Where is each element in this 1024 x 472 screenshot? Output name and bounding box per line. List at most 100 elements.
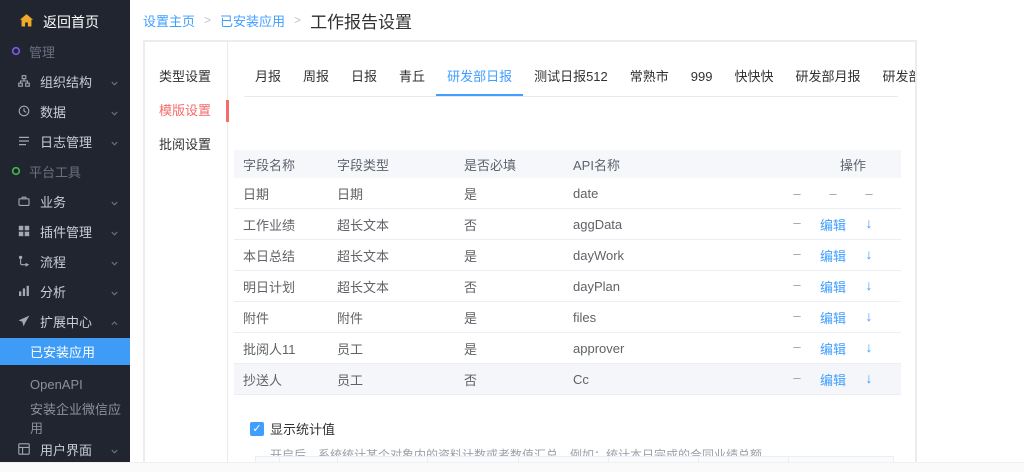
cell-required: 否	[464, 277, 573, 296]
tab-item[interactable]: 周报	[292, 62, 340, 96]
sidebar-item-label: 平台工具	[29, 162, 81, 181]
sidebar-item-data[interactable]: 数据	[0, 96, 130, 126]
move-down-icon[interactable]: ↓	[851, 246, 887, 265]
sidebar-item-org-structure[interactable]: 组织结构	[0, 66, 130, 96]
tab-item[interactable]: 研发部周报	[872, 62, 917, 96]
back-to-home-button[interactable]: 返回首页	[0, 8, 130, 36]
sidebar-item-user-interface[interactable]: 用户界面	[0, 434, 130, 462]
breadcrumb-link[interactable]: 设置主页	[143, 11, 195, 30]
cell-field-name: 附件	[234, 308, 337, 327]
cell-api-name: date	[573, 186, 779, 201]
dash-placeholder: –	[815, 186, 851, 201]
submenu-item-review-settings[interactable]: 批阅设置	[145, 128, 227, 162]
table-header-row: 字段名称字段类型是否必填API名称操作	[234, 150, 901, 178]
cell-actions: –––	[779, 186, 901, 201]
cell-field-type: 超长文本	[337, 215, 464, 234]
stats-checkbox-row: ✓ 显示统计值	[250, 419, 915, 438]
layout-icon	[18, 443, 30, 455]
dash-placeholder: –	[779, 246, 815, 265]
cell-field-type: 超长文本	[337, 277, 464, 296]
tab-item[interactable]: 日报	[340, 62, 388, 96]
cell-field-name: 明日计划	[234, 277, 337, 296]
cell-actions: –编辑↓	[779, 215, 901, 234]
move-down-icon[interactable]: ↓	[851, 277, 887, 296]
sidebar-item-label: 插件管理	[40, 222, 92, 241]
table-row: 明日计划超长文本否dayPlan–编辑↓	[234, 271, 901, 302]
tab-item[interactable]: 测试日报512	[523, 62, 619, 96]
cell-api-name: Cc	[573, 372, 779, 387]
edit-link[interactable]: 编辑	[815, 215, 851, 234]
tab-item[interactable]: 青丘	[388, 62, 436, 96]
cell-actions: –编辑↓	[779, 339, 901, 358]
dash-placeholder: –	[779, 215, 815, 234]
sidebar-item-label: 流程	[40, 252, 66, 271]
cell-required: 是	[464, 246, 573, 265]
breadcrumb-separator: >	[294, 13, 301, 27]
edit-link[interactable]: 编辑	[815, 246, 851, 265]
cell-required: 是	[464, 339, 573, 358]
sidebar-item-log-management[interactable]: 日志管理	[0, 126, 130, 156]
sidebar-subitem-open-api[interactable]: OpenAPI	[0, 368, 130, 401]
table-row: 抄送人员工否Cc–编辑↓	[234, 364, 901, 395]
stats-checkbox-label: 显示统计值	[270, 419, 335, 438]
plane-icon	[18, 315, 30, 327]
clock-icon	[18, 105, 30, 117]
chart-icon	[18, 285, 30, 297]
dash-placeholder: –	[779, 370, 815, 389]
chevron-down-icon	[110, 226, 119, 241]
tab-item[interactable]: 常熟市	[619, 62, 680, 96]
tab-item[interactable]: 快快快	[724, 62, 785, 96]
cell-required: 否	[464, 215, 573, 234]
sidebar-item-platform-tools: 平台工具	[0, 156, 130, 186]
sidebar-subitem-installed-apps[interactable]: 已安装应用	[0, 338, 130, 365]
cell-field-type: 员工	[337, 370, 464, 389]
sidebar-item-workflow[interactable]: 流程	[0, 246, 130, 276]
sidebar-subitem-install-wecom-app[interactable]: 安装企业微信应用	[0, 401, 130, 434]
edit-link[interactable]: 编辑	[815, 277, 851, 296]
cell-actions: –编辑↓	[779, 246, 901, 265]
back-to-home-label: 返回首页	[43, 12, 99, 32]
sidebar-item-extension-center[interactable]: 扩展中心	[0, 306, 130, 336]
sidebar-item-analysis[interactable]: 分析	[0, 276, 130, 306]
move-down-icon[interactable]: ↓	[851, 308, 887, 327]
report-type-tabs: 月报周报日报青丘研发部日报测试日报512常熟市999快快快研发部月报研发部周报	[244, 42, 898, 97]
column-field-type: 字段类型	[337, 155, 464, 174]
cell-field-type: 员工	[337, 339, 464, 358]
cell-field-name: 工作业绩	[234, 215, 337, 234]
edit-link[interactable]: 编辑	[815, 339, 851, 358]
column-required: 是否必填	[464, 155, 573, 174]
dash-placeholder: –	[779, 186, 815, 201]
submenu-item-type-settings[interactable]: 类型设置	[145, 60, 227, 94]
sidebar-item-label: 管理	[29, 42, 55, 61]
table-row: 工作业绩超长文本否aggData–编辑↓	[234, 209, 901, 240]
table-row: 日期日期是date–––	[234, 178, 901, 209]
cell-required: 否	[464, 370, 573, 389]
sidebar-item-label: 用户界面	[40, 440, 92, 459]
breadcrumb-link[interactable]: 已安装应用	[220, 11, 285, 30]
tab-item[interactable]: 999	[680, 62, 724, 96]
cell-api-name: approver	[573, 341, 779, 356]
cell-required: 是	[464, 184, 573, 203]
tab-item[interactable]: 研发部月报	[785, 62, 872, 96]
chevron-down-icon	[110, 256, 119, 271]
table-row: 批阅人11员工是approver–编辑↓	[234, 333, 901, 364]
chevron-up-icon	[110, 316, 119, 331]
cell-api-name: aggData	[573, 217, 779, 232]
sidebar-item-business[interactable]: 业务	[0, 186, 130, 216]
tab-item[interactable]: 月报	[244, 62, 292, 96]
show-stats-checkbox[interactable]: ✓	[250, 422, 264, 436]
edit-link[interactable]: 编辑	[815, 370, 851, 389]
dash-placeholder: –	[779, 277, 815, 296]
tab-item[interactable]: 研发部日报	[436, 62, 523, 96]
grid-icon	[18, 225, 30, 237]
settings-card: 类型设置模版设置批阅设置 月报周报日报青丘研发部日报测试日报512常熟市999快…	[143, 40, 917, 470]
submenu-item-template-settings[interactable]: 模版设置	[145, 94, 227, 128]
sidebar-item-label: 扩展中心	[40, 312, 92, 331]
sidebar-item-plugin-management[interactable]: 插件管理	[0, 216, 130, 246]
cell-field-type: 超长文本	[337, 246, 464, 265]
move-down-icon[interactable]: ↓	[851, 370, 887, 389]
cell-field-type: 附件	[337, 308, 464, 327]
edit-link[interactable]: 编辑	[815, 308, 851, 327]
move-down-icon[interactable]: ↓	[851, 215, 887, 234]
move-down-icon[interactable]: ↓	[851, 339, 887, 358]
